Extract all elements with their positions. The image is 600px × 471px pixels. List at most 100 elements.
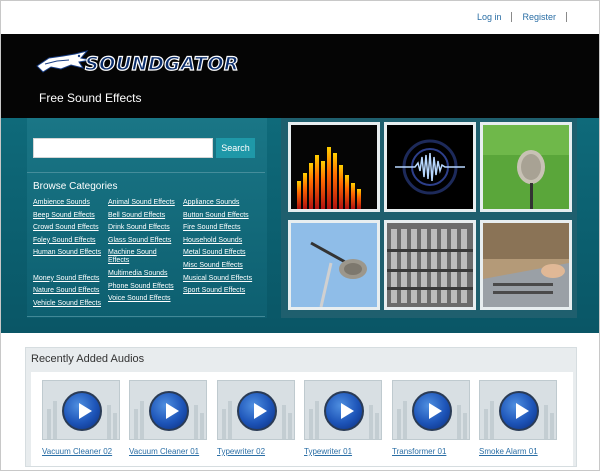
boom-microphone-graphic [291, 223, 377, 307]
audio-thumbnail[interactable] [392, 380, 470, 440]
audio-thumbnail[interactable] [217, 380, 295, 440]
category-link[interactable]: Household Sounds [183, 237, 252, 245]
studio-mixer-image[interactable] [384, 220, 476, 310]
eq-bar [194, 405, 198, 439]
category-link[interactable]: Bell Sound Effects [108, 212, 178, 220]
audio-title-link[interactable]: Typewriter 02 [217, 447, 297, 456]
eq-bar [463, 413, 467, 439]
category-link[interactable]: Phone Sound Effects [108, 283, 178, 291]
browse-categories-heading: Browse Categories [33, 181, 118, 192]
waveform-graphic [387, 125, 473, 209]
category-link[interactable]: Animal Sound Effects [108, 199, 178, 207]
eq-bar [200, 413, 204, 439]
site-header: SOUNDGATOR Free Sound Effects [1, 34, 599, 118]
eq-bar [113, 413, 117, 439]
audio-thumbnail[interactable] [304, 380, 382, 440]
category-link[interactable]: Fire Sound Effects [183, 224, 252, 232]
eq-bar [107, 405, 111, 439]
eq-bar [315, 401, 319, 439]
mixing-desk-image[interactable] [480, 220, 572, 310]
category-link[interactable]: Multimedia Sounds [108, 270, 178, 278]
page-frame: Log in Register SOUNDGATOR Free Sound Ef… [0, 0, 600, 471]
equalizer-image[interactable] [288, 122, 380, 212]
search-and-categories-panel: Search Browse Categories Ambience Sounds… [27, 118, 267, 318]
category-link[interactable]: Foley Sound Effects [33, 237, 101, 245]
panel-divider [27, 316, 265, 317]
category-link[interactable]: Vehicle Sound Effects [33, 300, 101, 308]
eq-bar [228, 401, 232, 439]
category-link[interactable]: Sport Sound Effects [183, 287, 252, 295]
audio-title-link[interactable]: Smoke Alarm 01 [479, 447, 559, 456]
boom-microphone-image[interactable] [288, 220, 380, 310]
eq-bar [490, 401, 494, 439]
audio-item: Smoke Alarm 01 [479, 380, 559, 456]
eq-bar [288, 413, 292, 439]
play-icon[interactable] [324, 391, 364, 431]
play-icon[interactable] [499, 391, 539, 431]
category-link[interactable]: Beep Sound Effects [33, 212, 101, 220]
category-column-2: Animal Sound Effects Bell Sound Effects … [108, 199, 178, 308]
eq-bar [457, 405, 461, 439]
field-microphone-image[interactable] [480, 122, 572, 212]
link-separator [511, 12, 513, 22]
eq-bar [134, 409, 138, 439]
search-button[interactable]: Search [216, 138, 255, 158]
audio-item: Typewriter 01 [304, 380, 384, 456]
category-spacer [33, 262, 101, 270]
account-links: Log in Register [477, 12, 577, 22]
category-link[interactable]: Ambience Sounds [33, 199, 101, 207]
category-link[interactable]: Metal Sound Effects [183, 249, 252, 257]
audio-title-link[interactable]: Vacuum Cleaner 01 [129, 447, 209, 456]
hero-band: Search Browse Categories Ambience Sounds… [1, 118, 599, 333]
panel-divider [27, 172, 265, 173]
audio-item: Typewriter 02 [217, 380, 297, 456]
category-link[interactable]: Glass Sound Effects [108, 237, 178, 245]
audio-item: Transformer 01 [392, 380, 472, 456]
play-icon[interactable] [412, 391, 452, 431]
play-icon[interactable] [62, 391, 102, 431]
audio-title-link[interactable]: Typewriter 01 [304, 447, 384, 456]
audio-thumbnail[interactable] [42, 380, 120, 440]
category-link[interactable]: Misc Sound Effects [183, 262, 252, 270]
waveform-image[interactable] [384, 122, 476, 212]
eq-bar [403, 401, 407, 439]
play-icon[interactable] [149, 391, 189, 431]
eq-bar [550, 413, 554, 439]
eq-bar [222, 409, 226, 439]
recently-added-heading: Recently Added Audios [31, 353, 145, 365]
category-link[interactable]: Musical Sound Effects [183, 275, 252, 283]
recently-added-section: Recently Added Audios Vacuum Cleaner 02 [25, 347, 577, 467]
mixing-desk-graphic [483, 223, 569, 307]
eq-bar [47, 409, 51, 439]
play-icon[interactable] [237, 391, 277, 431]
eq-bar [140, 401, 144, 439]
eq-bar [282, 405, 286, 439]
category-column-3: Appliance Sounds Button Sound Effects Fi… [183, 199, 252, 300]
category-link[interactable]: Crowd Sound Effects [33, 224, 101, 232]
category-link[interactable]: Machine Sound Effects [108, 249, 178, 265]
site-tagline: Free Sound Effects [39, 91, 142, 105]
eq-bar [397, 409, 401, 439]
eq-bar [53, 401, 57, 439]
category-link[interactable]: Drink Sound Effects [108, 224, 178, 232]
category-link[interactable]: Human Sound Effects [33, 249, 101, 257]
audio-thumbnail[interactable] [129, 380, 207, 440]
category-link[interactable]: Voice Sound Effects [108, 295, 178, 303]
audio-title-link[interactable]: Vacuum Cleaner 02 [42, 447, 122, 456]
audio-title-link[interactable]: Transformer 01 [392, 447, 472, 456]
login-link[interactable]: Log in [477, 12, 502, 22]
category-link[interactable]: Button Sound Effects [183, 212, 252, 220]
category-link[interactable]: Nature Sound Effects [33, 287, 101, 295]
studio-mixer-graphic [387, 223, 473, 307]
eq-bar [369, 405, 373, 439]
eq-bar [309, 409, 313, 439]
category-link[interactable]: Appliance Sounds [183, 199, 252, 207]
eq-bar [375, 413, 379, 439]
register-link[interactable]: Register [522, 12, 556, 22]
category-column-1: Ambience Sounds Beep Sound Effects Crowd… [33, 199, 101, 312]
equalizer-graphic [291, 125, 377, 209]
site-logo[interactable]: SOUNDGATOR [35, 48, 240, 78]
search-input[interactable] [33, 138, 213, 158]
audio-thumbnail[interactable] [479, 380, 557, 440]
category-link[interactable]: Money Sound Effects [33, 275, 101, 283]
